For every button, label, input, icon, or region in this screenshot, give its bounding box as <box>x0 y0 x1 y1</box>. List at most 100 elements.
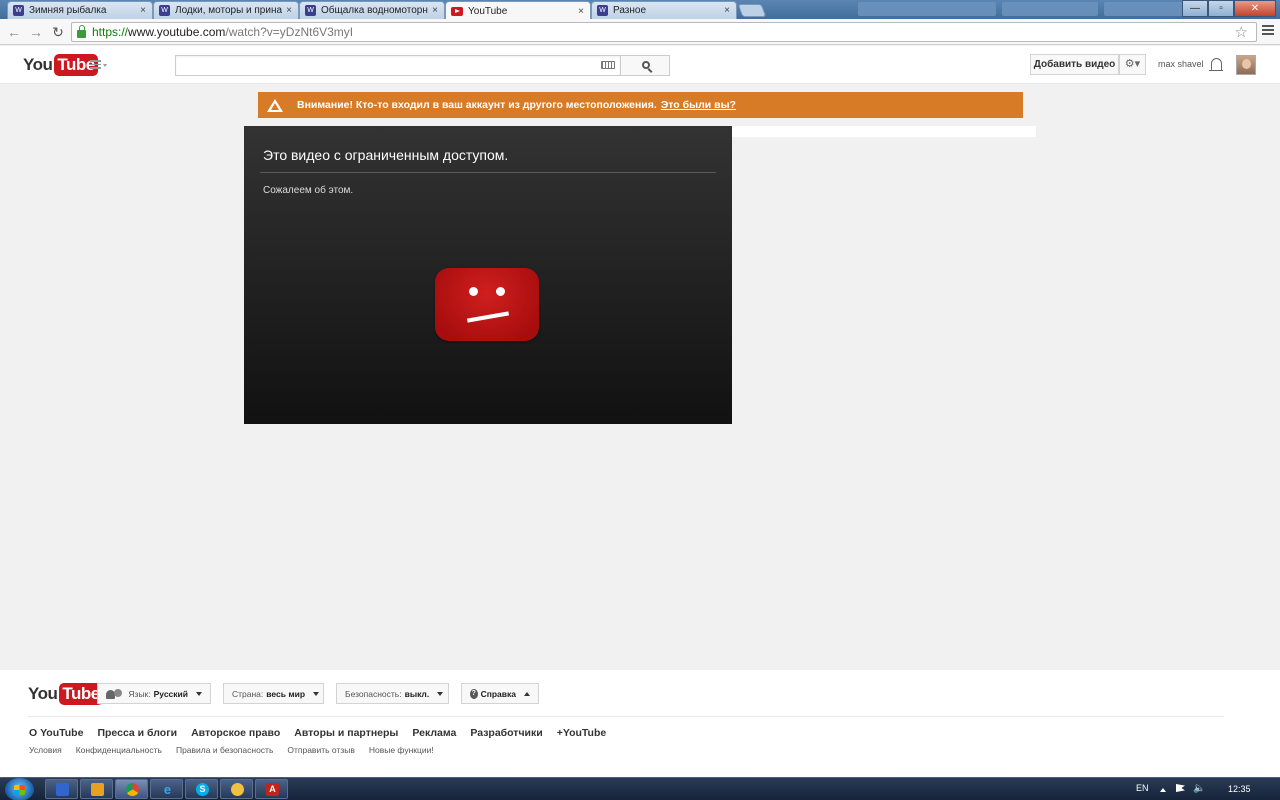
safety-value: выкл. <box>404 688 430 699</box>
tab-close-icon[interactable]: × <box>432 5 438 16</box>
footer-link[interactable]: Отправить отзыв <box>287 745 354 755</box>
tab-title: Общалка водномоторни <box>321 5 429 16</box>
youtube-footer: You Tube Язык: Русский Страна: весь мир Б… <box>0 670 1280 777</box>
taskbar-app[interactable] <box>45 779 78 799</box>
footer-primary-links: О YouTube Пресса и блоги Авторское право… <box>29 727 620 739</box>
footer-divider <box>28 716 1224 717</box>
tab-close-icon[interactable]: × <box>578 6 584 17</box>
url-path: /watch?v=yDzNt6V3myI <box>225 25 354 39</box>
browser-tab[interactable]: W Лодки, моторы и принад × <box>153 1 299 19</box>
tab-title: YouTube <box>468 5 508 17</box>
footer-link[interactable]: Пресса и блоги <box>97 727 177 739</box>
forum-icon: W <box>159 5 170 16</box>
footer-link[interactable]: Правила и безопасность <box>176 745 273 755</box>
address-bar[interactable]: https://www.youtube.com/watch?v=yDzNt6V3… <box>71 22 1257 42</box>
taskbar-app[interactable]: e <box>150 779 183 799</box>
forum-icon: W <box>597 5 608 16</box>
acrobat-icon: A <box>266 783 279 796</box>
settings-gear-icon[interactable]: ⚙▾ <box>1119 54 1146 75</box>
browser-tab-active[interactable]: YouTube × <box>445 1 591 20</box>
clock[interactable]: 12:35 <box>1228 784 1251 794</box>
player-divider <box>260 172 716 173</box>
player-error-subtitle: Сожалеем об этом. <box>263 185 354 196</box>
url-host: www.youtube.com <box>128 25 226 39</box>
chevron-up-icon <box>524 691 530 696</box>
taskbar-app[interactable] <box>220 779 253 799</box>
taskbar-app[interactable]: S <box>185 779 218 799</box>
footer-link[interactable]: Конфиденциальность <box>76 745 162 755</box>
lock-icon <box>77 25 86 38</box>
language-picker[interactable]: Язык: Русский <box>97 683 211 704</box>
footer-link[interactable]: +YouTube <box>557 727 607 739</box>
username[interactable]: max shavel <box>1158 59 1204 69</box>
footer-youtube-logo[interactable]: You Tube <box>28 683 103 705</box>
maximize-icon[interactable]: ▫ <box>1208 0 1234 17</box>
safety-mode-picker[interactable]: Безопасность: выкл. <box>336 683 449 704</box>
blurred-region <box>858 2 996 16</box>
back-icon[interactable]: ← <box>5 23 23 41</box>
taskbar-app[interactable]: A <box>255 779 288 799</box>
browser-tab[interactable]: W Зимняя рыбалка × <box>7 1 153 19</box>
language-icon <box>106 688 123 699</box>
search-icon <box>642 61 650 69</box>
new-tab-button[interactable] <box>737 4 767 17</box>
youtube-masthead: You Tube Добавить видео ⚙▾ max shavel <box>0 46 1280 84</box>
blurred-region <box>1002 2 1098 16</box>
tray-expand-icon[interactable] <box>1160 788 1166 792</box>
chrome-icon <box>126 783 139 796</box>
bookmark-star-icon[interactable]: ☆ <box>1235 23 1248 41</box>
taskbar-app-active[interactable] <box>115 779 148 799</box>
footer-link[interactable]: Авторское право <box>191 727 280 739</box>
footer-link[interactable]: О YouTube <box>29 727 83 739</box>
country-picker[interactable]: Страна: весь мир <box>223 683 324 704</box>
browser-tab[interactable]: W Разное × <box>591 1 737 19</box>
start-button-icon[interactable] <box>5 778 34 800</box>
forum-icon: W <box>305 5 316 16</box>
footer-link[interactable]: Новые функции! <box>369 745 434 755</box>
notification-bell-icon[interactable] <box>1209 58 1223 71</box>
chevron-down-icon <box>196 691 202 696</box>
player-error-title: Это видео с ограниченным доступом. <box>263 147 509 163</box>
chevron-down-icon <box>313 691 320 696</box>
search-button[interactable] <box>620 55 670 76</box>
keyboard-icon[interactable] <box>601 61 615 69</box>
footer-link[interactable]: Условия <box>29 745 62 755</box>
footer-link[interactable]: Реклама <box>412 727 456 739</box>
footer-link[interactable]: Разработчики <box>470 727 542 739</box>
country-label: Страна: <box>232 688 264 699</box>
forward-icon[interactable]: → <box>27 23 45 41</box>
search-input[interactable] <box>175 55 621 76</box>
tab-close-icon[interactable]: × <box>286 5 292 16</box>
guide-menu-icon[interactable] <box>90 60 101 71</box>
save-disk-icon <box>56 783 69 796</box>
minimize-icon[interactable]: — <box>1182 0 1208 17</box>
help-button[interactable]: ? Справка <box>461 683 539 704</box>
security-alert-banner: Внимание! Кто-то входил в ваш аккаунт из… <box>258 92 1023 118</box>
help-label: Справка <box>480 688 516 699</box>
alert-link[interactable]: Это были вы? <box>661 99 736 111</box>
upload-button[interactable]: Добавить видео <box>1030 54 1119 75</box>
url-scheme: https:// <box>92 25 129 39</box>
tab-title: Лодки, моторы и принад <box>175 5 283 16</box>
windows-taskbar: e S A EN 🔈 12:35 <box>0 777 1280 800</box>
footer-link[interactable]: Авторы и партнеры <box>294 727 398 739</box>
input-language[interactable]: EN <box>1136 783 1149 793</box>
avatar[interactable] <box>1236 55 1256 75</box>
skype-icon: S <box>196 783 209 796</box>
action-center-flag-icon[interactable] <box>1176 784 1185 792</box>
tab-close-icon[interactable]: × <box>140 5 146 16</box>
reload-icon[interactable]: ↻ <box>49 23 67 41</box>
browser-toolbar: ← → ↻ https://www.youtube.com/watch?v=yD… <box>0 19 1280 45</box>
volume-icon[interactable]: 🔈 <box>1193 783 1205 794</box>
app-icon <box>231 783 244 796</box>
close-window-icon[interactable]: ✕ <box>1234 0 1276 17</box>
taskbar-app[interactable] <box>80 779 113 799</box>
chevron-down-icon <box>437 691 444 696</box>
chrome-menu-icon[interactable] <box>1262 25 1274 37</box>
footer-secondary-links: Условия Конфиденциальность Правила и без… <box>29 745 448 755</box>
sad-youtube-icon <box>435 268 539 341</box>
youtube-logo[interactable]: You Tube <box>23 54 98 76</box>
chevron-down-icon <box>103 64 107 67</box>
browser-tab[interactable]: W Общалка водномоторни × <box>299 1 445 19</box>
tab-close-icon[interactable]: × <box>724 5 730 16</box>
